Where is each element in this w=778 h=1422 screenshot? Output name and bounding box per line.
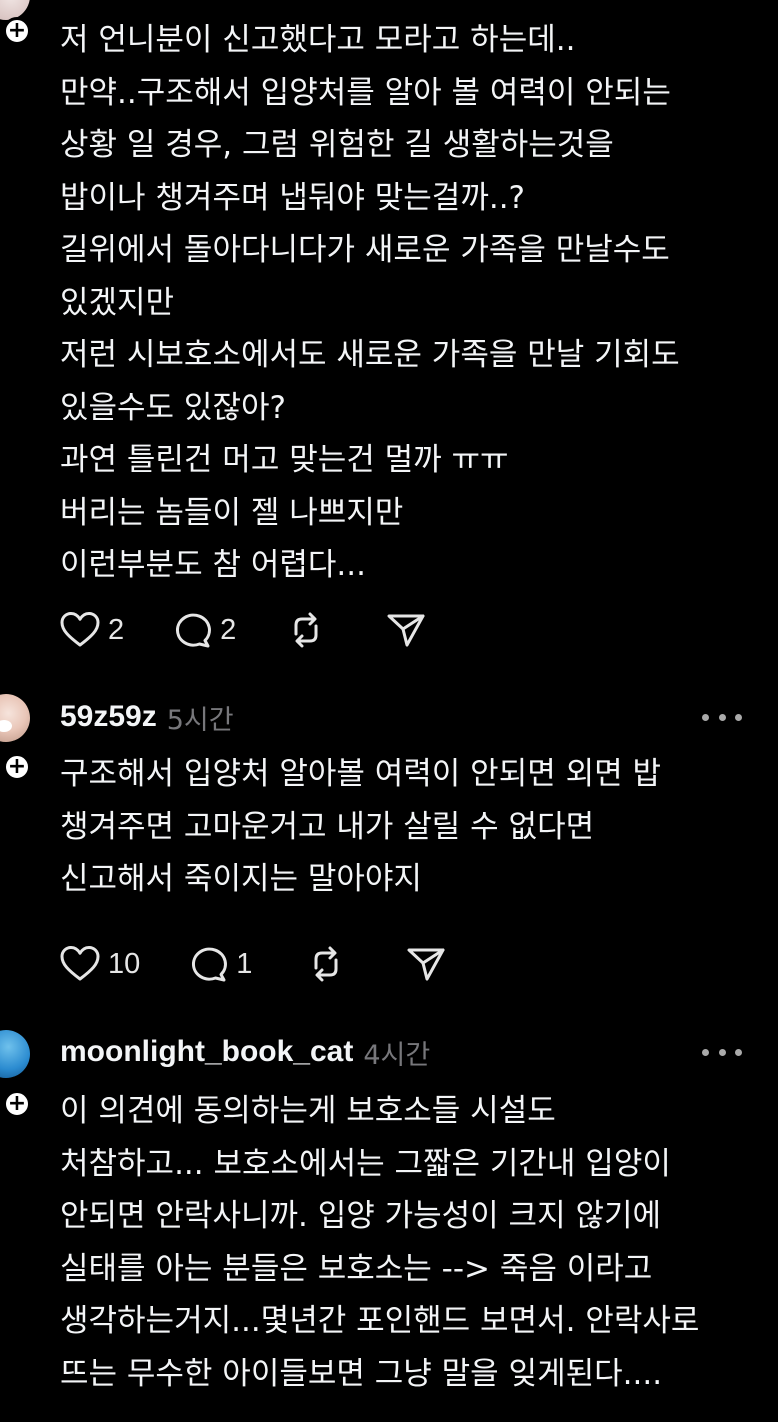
post-text-line: 신고해서 죽이지는 말아야지 bbox=[60, 861, 422, 897]
dot bbox=[735, 713, 742, 721]
like-count: 10 bbox=[108, 947, 141, 980]
post-text-line: 이런부분도 참 어렵다... bbox=[60, 547, 366, 583]
comment-icon bbox=[176, 613, 212, 648]
send-icon bbox=[407, 948, 445, 981]
share-button[interactable] bbox=[386, 611, 426, 649]
more-dots-icon[interactable] bbox=[702, 711, 742, 723]
post-text-line: 밥이나 챙겨주며 냅둬야 맞는걸까..? bbox=[60, 179, 526, 216]
post-text-line: 있겠지만 bbox=[60, 284, 175, 321]
post-text-line: 뜨는 무수한 아이들보면 그냥 말을 잊게된다.... bbox=[60, 1355, 663, 1392]
follow-plus-icon[interactable]: + bbox=[3, 17, 31, 45]
like-count: 2 bbox=[108, 613, 125, 646]
username[interactable]: moonlight_book_cat bbox=[60, 1035, 353, 1069]
post-text-line: 실태를 아는 분들은 보호소는 --> 죽음 이라고 bbox=[60, 1250, 653, 1287]
like-button[interactable]: 10 bbox=[60, 945, 140, 983]
dot bbox=[718, 713, 726, 721]
heart-icon bbox=[60, 612, 100, 647]
username[interactable]: 59z59z bbox=[60, 700, 157, 734]
post-text-line: 버리는 놈들이 젤 나쁘지만 bbox=[60, 494, 404, 531]
post-text-line: 있을수도 있잖아? bbox=[60, 389, 286, 426]
repost-icon bbox=[314, 946, 338, 982]
post-actions: 10 1 bbox=[60, 944, 446, 984]
heart-icon bbox=[60, 946, 100, 981]
post-text-line: 만약..구조해서 입양처를 알아 볼 여력이 안되는 bbox=[60, 74, 671, 111]
dot bbox=[718, 1048, 726, 1056]
post-text-line: 구조해서 입양처 알아볼 여력이 안되면 외면 밥 bbox=[60, 756, 662, 792]
post-header: moonlight_book_cat 4시간 bbox=[60, 1032, 430, 1072]
post-time: 5시간 bbox=[166, 704, 234, 736]
reply-button[interactable]: 2 bbox=[172, 611, 236, 649]
post-time: 4시간 bbox=[363, 1039, 431, 1071]
repost-button[interactable] bbox=[306, 944, 346, 984]
post-text-line: 저 언니분이 신고했다고 모라고 하는데.. bbox=[60, 22, 576, 58]
reply-count: 2 bbox=[220, 613, 237, 646]
share-button[interactable] bbox=[406, 945, 446, 983]
dot bbox=[702, 713, 709, 721]
follow-plus-icon[interactable]: + bbox=[3, 753, 31, 781]
post-body: 저 언니분이 신고했다고 모라고 하는데.. 만약..구조해서 입양처를 알아 … bbox=[60, 14, 770, 592]
post-text-line: 과연 틀린건 머고 맞는건 멀까 ㅠㅠ bbox=[60, 442, 509, 478]
post-text-line: 이 의견에 동의하는게 보호소들 시설도 bbox=[60, 1093, 556, 1129]
reply-button[interactable]: 1 bbox=[188, 945, 252, 983]
send-icon bbox=[387, 614, 425, 647]
dot bbox=[702, 1048, 709, 1056]
post-text-line: 생각하는거지...몇년간 포인핸드 보면서. 안락사로 bbox=[60, 1303, 700, 1339]
post-text-line: 상황 일 경우, 그럼 위험한 길 생활하는것을 bbox=[60, 127, 614, 163]
post-text-line: 챙겨주면 고마운거고 내가 살릴 수 없다면 bbox=[60, 808, 595, 845]
post-actions: 2 2 bbox=[60, 610, 426, 650]
avatar[interactable] bbox=[0, 694, 30, 742]
post-text-line: 안되면 안락사니까. 입양 가능성이 크지 않기에 bbox=[60, 1198, 662, 1234]
more-dots-icon[interactable] bbox=[702, 1046, 742, 1058]
reply-count: 1 bbox=[236, 947, 253, 980]
repost-button[interactable] bbox=[286, 610, 326, 650]
comment-icon bbox=[192, 947, 228, 982]
post-text-line: 길위에서 돌아다니다가 새로운 가족을 만날수도 bbox=[60, 232, 670, 268]
post-body: 이 의견에 동의하는게 보호소들 시설도 처참하고... 보호소에서는 그짧은 … bbox=[60, 1085, 770, 1400]
post-text-line: 저런 시보호소에서도 새로운 가족을 만날 기회도 bbox=[60, 337, 680, 373]
avatar[interactable] bbox=[0, 1030, 30, 1078]
post-header: 59z59z 5시간 bbox=[60, 697, 234, 737]
post-text-line: 처참하고... 보호소에서는 그짧은 기간내 입양이 bbox=[60, 1145, 671, 1182]
follow-plus-icon[interactable]: + bbox=[3, 1090, 31, 1118]
repost-icon bbox=[294, 612, 318, 648]
like-button[interactable]: 2 bbox=[60, 611, 124, 649]
dot bbox=[735, 1048, 742, 1056]
post-body: 구조해서 입양처 알아볼 여력이 안되면 외면 밥 챙겨주면 고마운거고 내가 … bbox=[60, 748, 770, 906]
